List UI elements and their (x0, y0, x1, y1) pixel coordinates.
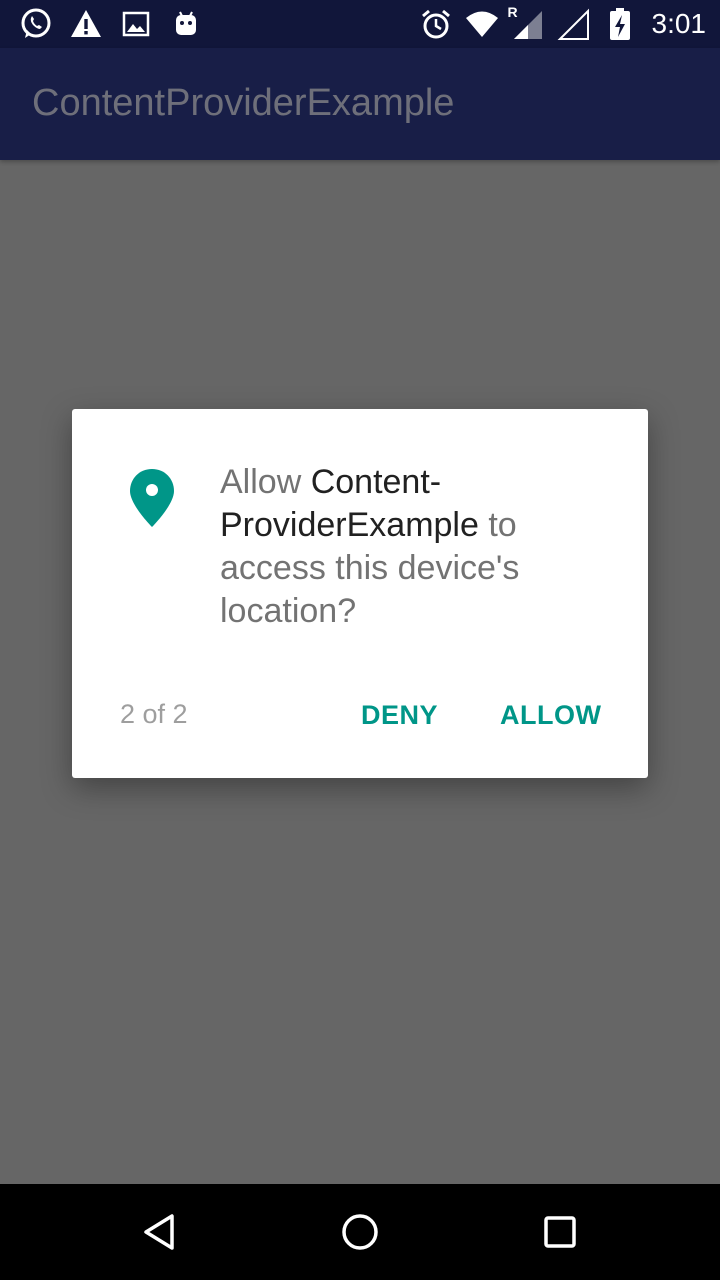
whatsapp-icon (18, 6, 54, 42)
permission-message: Allow Content-ProviderExample to access … (220, 461, 600, 633)
battery-charging-icon (602, 6, 638, 42)
permission-dialog: Allow Content-ProviderExample to access … (72, 409, 648, 778)
signal-roaming-icon: R (507, 4, 546, 42)
android-icon (168, 6, 204, 42)
message-prefix: Allow (220, 463, 311, 501)
alarm-icon (418, 6, 454, 42)
image-icon (118, 6, 154, 42)
app-bar: ContentProviderExample (0, 48, 720, 160)
deny-button[interactable]: DENY (353, 687, 446, 743)
warning-icon (68, 6, 104, 42)
navigation-bar (0, 1184, 720, 1280)
recents-icon[interactable] (536, 1208, 584, 1256)
notification-icons (18, 6, 204, 42)
allow-button[interactable]: ALLOW (492, 687, 609, 743)
wifi-icon (464, 6, 500, 42)
status-bar: R 3:01 (0, 0, 720, 48)
system-status-icons: R 3:01 (418, 4, 707, 42)
home-icon[interactable] (336, 1208, 384, 1256)
signal-empty-icon (556, 6, 592, 42)
location-pin-icon (128, 467, 176, 531)
status-time: 3:01 (651, 8, 707, 39)
roaming-letter: R (507, 4, 518, 20)
back-icon[interactable] (136, 1208, 184, 1256)
permission-counter: 2 of 2 (120, 699, 188, 729)
app-title: ContentProviderExample (32, 82, 455, 124)
